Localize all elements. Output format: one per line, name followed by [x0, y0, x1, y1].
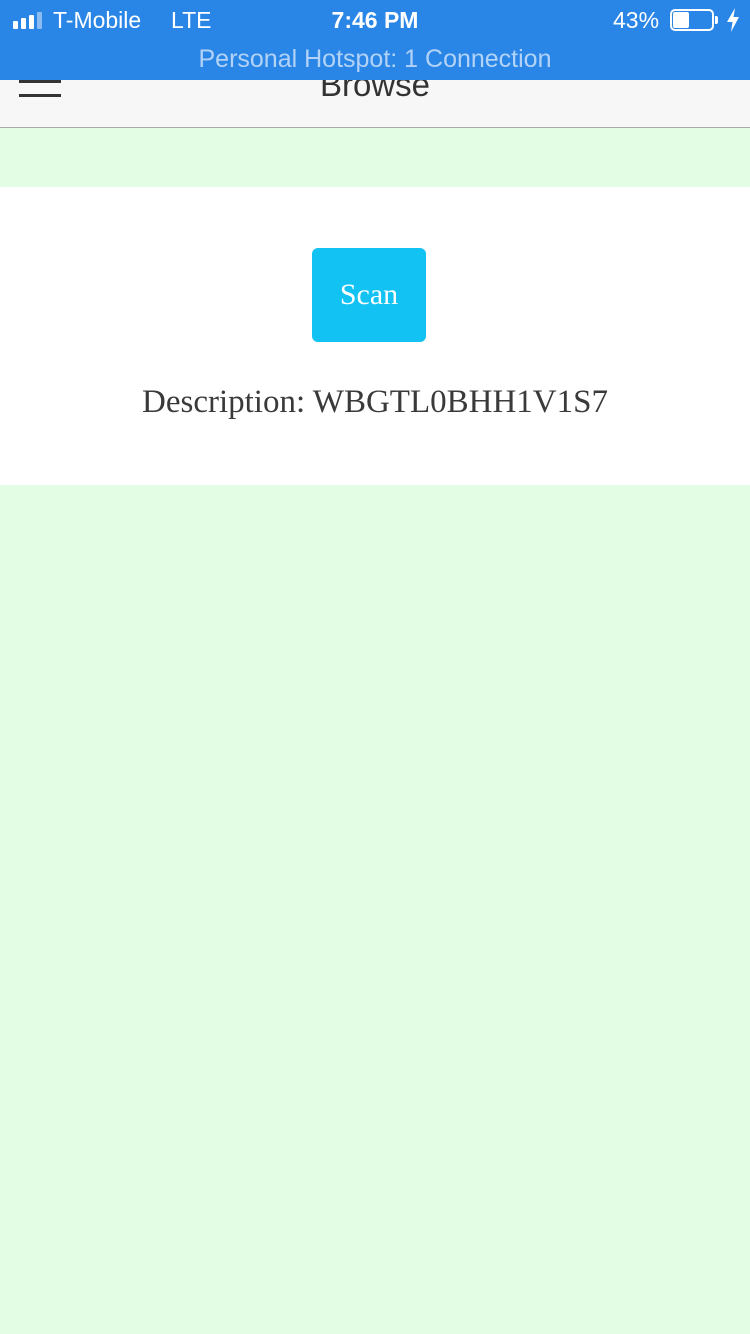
battery-percentage: 43% — [613, 7, 660, 33]
page-title: Browse — [319, 80, 431, 103]
description-text: Description: WBGTL0BHH1V1S7 — [142, 384, 608, 420]
scan-button[interactable]: Scan — [312, 248, 426, 342]
charging-bolt-icon — [727, 8, 739, 32]
navigation-bar: Browse — [0, 80, 750, 128]
scan-card: Scan Description: WBGTL0BHH1V1S7 — [0, 187, 750, 485]
hotspot-banner[interactable]: Personal Hotspot: 1 Connection — [0, 44, 750, 74]
status-bar: T-Mobile LTE 7:46 PM 43% Personal Hotspo… — [0, 0, 750, 80]
battery-icon — [670, 9, 718, 31]
